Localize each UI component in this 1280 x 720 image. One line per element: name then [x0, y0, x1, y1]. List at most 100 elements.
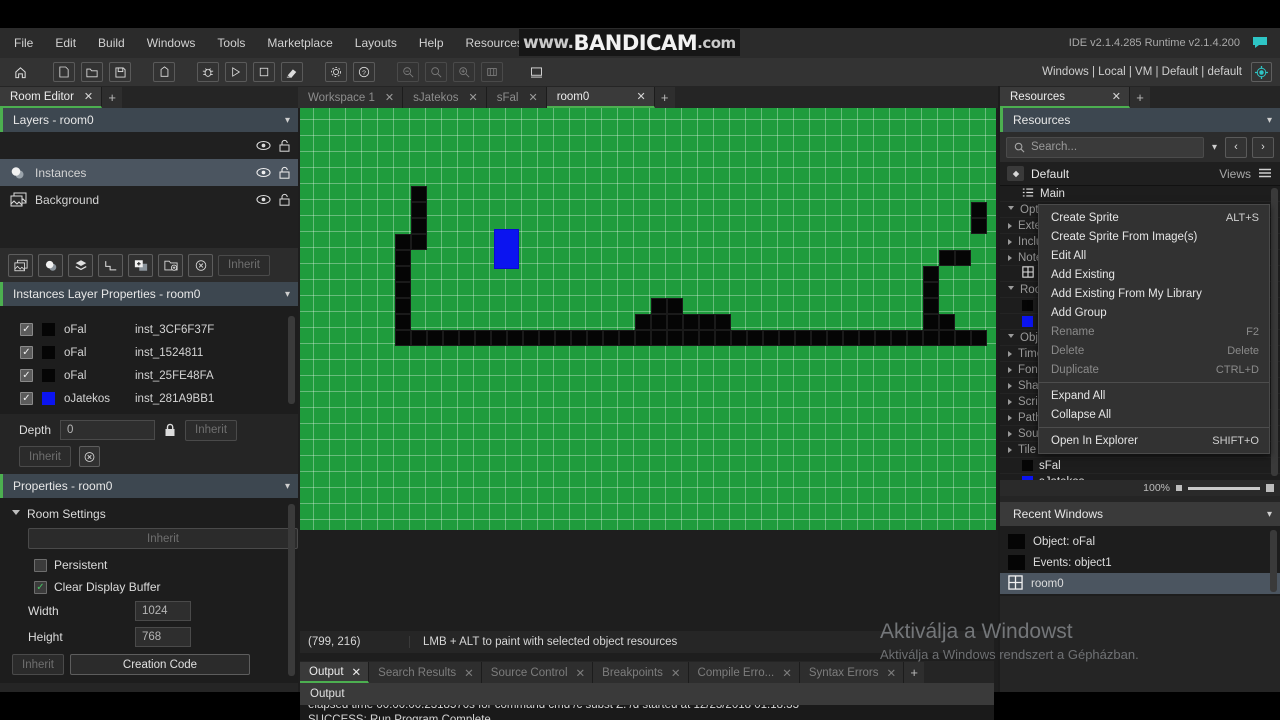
search-input[interactable]: Search...	[1006, 136, 1204, 158]
wall-block[interactable]	[667, 298, 683, 314]
expand-triangle-icon[interactable]	[1008, 254, 1012, 261]
tree-scrollbar[interactable]	[1271, 188, 1278, 476]
add-output-tab-button[interactable]: +	[904, 662, 925, 683]
instance-row[interactable]: ✓ oJatekos inst_281A9BB1	[0, 387, 298, 410]
wall-block[interactable]	[491, 330, 507, 346]
wall-block[interactable]	[443, 330, 459, 346]
zoom-reset-icon[interactable]	[425, 62, 447, 82]
wall-block[interactable]	[955, 330, 971, 346]
wall-block[interactable]	[395, 282, 411, 298]
wall-block[interactable]	[395, 298, 411, 314]
tab-room-editor[interactable]: Room Editor ✕	[0, 87, 103, 108]
wall-block[interactable]	[699, 314, 715, 330]
wall-block[interactable]	[747, 330, 763, 346]
run-target-label[interactable]: Windows | Local | VM | Default | default	[1042, 58, 1242, 86]
layer-row-blank[interactable]	[0, 132, 298, 159]
menu-tools[interactable]: Tools	[206, 28, 256, 58]
add-tile-layer-icon[interactable]	[128, 253, 153, 277]
chevron-down-icon[interactable]: ▾	[285, 481, 290, 492]
wall-block[interactable]	[635, 314, 651, 330]
target-settings-icon[interactable]	[1251, 62, 1272, 82]
expand-triangle-icon[interactable]	[1008, 350, 1012, 357]
wall-block[interactable]	[587, 330, 603, 346]
tab-breakpoints[interactable]: Breakpoints ✕	[593, 662, 689, 683]
wall-block[interactable]	[395, 314, 411, 330]
close-icon[interactable]: ✕	[782, 666, 792, 680]
layer-inherit-button[interactable]: Inherit	[218, 254, 270, 276]
open-folder-icon[interactable]	[81, 62, 103, 82]
expand-triangle-icon[interactable]	[1008, 414, 1012, 421]
recent-scrollbar[interactable]	[1270, 530, 1277, 592]
tree-item-sjatekos[interactable]: sJatekos	[1000, 474, 1280, 480]
wall-block[interactable]	[731, 330, 747, 346]
stop-icon[interactable]	[253, 62, 275, 82]
expand-triangle-icon[interactable]	[1008, 382, 1012, 389]
layout-icon[interactable]	[481, 62, 503, 82]
eye-icon[interactable]	[256, 140, 271, 151]
layer-row-instances[interactable]: Instances	[0, 159, 298, 186]
wall-block[interactable]	[411, 186, 427, 202]
wall-block[interactable]	[891, 330, 907, 346]
instance-checkbox[interactable]: ✓	[20, 346, 33, 359]
close-icon[interactable]: ✕	[671, 666, 681, 680]
new-file-icon[interactable]	[53, 62, 75, 82]
unlock-icon[interactable]	[279, 139, 290, 152]
zoom-out-icon[interactable]	[397, 62, 419, 82]
tab-sfal[interactable]: sFal ✕	[486, 87, 547, 108]
home-icon[interactable]	[9, 62, 31, 82]
search-next-button[interactable]: ›	[1252, 136, 1274, 158]
wall-block[interactable]	[971, 202, 987, 218]
wall-block[interactable]	[507, 330, 523, 346]
menu-windows[interactable]: Windows	[136, 28, 207, 58]
close-icon[interactable]: ✕	[576, 666, 586, 680]
help-icon[interactable]: ?	[353, 62, 375, 82]
close-icon[interactable]: ✕	[636, 90, 645, 103]
menu-item-create-sprite-from-image-s[interactable]: Create Sprite From Image(s)	[1039, 227, 1269, 246]
menu-edit[interactable]: Edit	[44, 28, 87, 58]
add-resources-tab-button[interactable]: +	[1130, 87, 1150, 108]
resources-section-header[interactable]: Resources ▾	[1000, 108, 1280, 132]
clear-instances-icon[interactable]	[79, 446, 100, 467]
expand-triangle-icon[interactable]	[1008, 446, 1012, 453]
close-icon[interactable]: ✕	[464, 666, 474, 680]
wall-block[interactable]	[827, 330, 843, 346]
close-icon[interactable]: ✕	[84, 90, 93, 103]
wall-block[interactable]	[763, 330, 779, 346]
close-icon[interactable]: ✕	[469, 91, 478, 104]
expand-triangle-icon[interactable]	[1008, 238, 1012, 245]
wall-block[interactable]	[651, 314, 667, 330]
wall-block[interactable]	[923, 298, 939, 314]
wall-block[interactable]	[971, 218, 987, 234]
menu-item-open-in-explorer[interactable]: Open In Explorer SHIFT+O	[1039, 431, 1269, 450]
eye-icon[interactable]	[256, 194, 271, 205]
instances-scrollbar[interactable]	[288, 316, 295, 404]
wall-block[interactable]	[939, 250, 955, 266]
wall-block[interactable]	[699, 330, 715, 346]
wall-block[interactable]	[795, 330, 811, 346]
menu-build[interactable]: Build	[87, 28, 136, 58]
width-input[interactable]: 1024	[135, 601, 191, 621]
chevron-down-icon[interactable]: ▾	[1267, 509, 1272, 520]
wall-block[interactable]	[651, 330, 667, 346]
clean-icon[interactable]	[281, 62, 303, 82]
add-instance-layer-icon[interactable]	[38, 253, 63, 277]
collapse-triangle-icon[interactable]	[1008, 206, 1014, 213]
wall-block[interactable]	[571, 330, 587, 346]
recent-item-room0[interactable]: room0	[1000, 573, 1280, 594]
wall-block[interactable]	[939, 330, 955, 346]
properties-scrollbar[interactable]	[288, 504, 295, 676]
search-options-chevron-icon[interactable]: ▾	[1209, 142, 1220, 153]
tab-sjatekos[interactable]: sJatekos ✕	[403, 87, 487, 108]
recent-item-events-object1[interactable]: Events: object1	[1000, 552, 1280, 573]
tree-item-sfal[interactable]: sFal	[1000, 458, 1280, 474]
wall-block[interactable]	[667, 314, 683, 330]
wall-block[interactable]	[715, 330, 731, 346]
wall-block[interactable]	[555, 330, 571, 346]
instance-row[interactable]: ✓ oFal inst_25FE48FA	[0, 364, 298, 387]
expand-triangle-icon[interactable]	[1008, 430, 1012, 437]
wall-block[interactable]	[395, 266, 411, 282]
close-icon[interactable]: ✕	[352, 665, 362, 679]
wall-block[interactable]	[475, 330, 491, 346]
menu-marketplace[interactable]: Marketplace	[256, 28, 343, 58]
debug-icon[interactable]	[197, 62, 219, 82]
